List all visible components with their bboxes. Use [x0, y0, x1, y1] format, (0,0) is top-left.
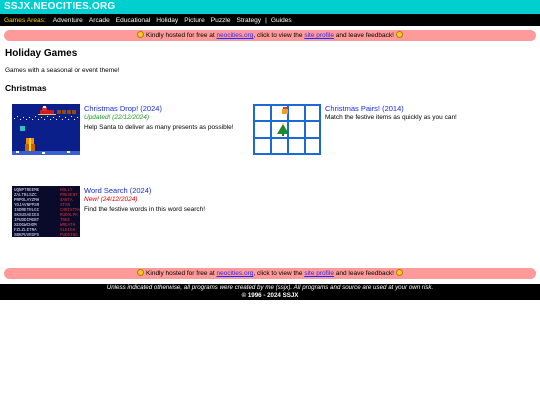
nav-areas-label: Games Areas:	[4, 16, 46, 24]
word-search-grid-row: PRPOLAYZMH	[14, 199, 40, 203]
word-search-grid-row: ISDRETRLGI	[14, 209, 40, 213]
notice-suffix: and leave feedback!	[333, 270, 394, 277]
word-search-grid-row: IPUDDIMGBT	[14, 219, 40, 223]
site-header: SSJX.NEOCITIES.ORG	[0, 0, 540, 14]
hosting-notice-bottom: Kindly hosted for free at neocities.org,…	[4, 268, 536, 279]
nav-link-puzzle[interactable]: Puzzle	[211, 17, 231, 24]
notice-suffix: and leave feedback!	[333, 32, 394, 39]
notice-middle: , click to view the	[253, 32, 305, 39]
word-search-target-word: STAR	[60, 204, 71, 208]
footer: Unless indicated otherwise, all programs…	[0, 284, 540, 300]
smiley-icon	[395, 31, 403, 38]
word-search-grid-row: YDJAVNPPSR	[14, 204, 40, 208]
notice-prefix: Kindly hosted for free at	[146, 32, 217, 39]
notice-prefix: Kindly hosted for free at	[146, 270, 217, 277]
word-search-grid-row: FZLZLETRA	[14, 229, 37, 233]
site-profile-link[interactable]: site profile	[304, 32, 334, 39]
notice-middle: , click to view the	[253, 270, 305, 277]
game-description-word-search: Find the festive words in this word sear…	[84, 206, 206, 213]
word-search-target-word: PUDDING	[60, 234, 78, 237]
christmas-pairs-thumbnail[interactable]	[253, 104, 321, 155]
nav-link-picture[interactable]: Picture	[184, 17, 205, 24]
nav-link-guides[interactable]: Guides	[271, 17, 292, 24]
word-search-target-word: TREE	[60, 219, 71, 223]
word-search-thumbnail[interactable]: UQNPTREEMEZALTBLSZCPRPOLAYZMHYDJAVNPPSRI…	[12, 186, 80, 237]
word-search-target-word: HOLLY	[60, 189, 73, 193]
smiley-icon	[137, 31, 145, 38]
footer-copyright: © 1996 - 2024 SSJX	[241, 292, 299, 299]
game-description-christmas-drop: Help Santa to deliver as many presents a…	[84, 124, 234, 131]
word-search-target-word: SANTA	[60, 199, 73, 203]
nav-link-adventure[interactable]: Adventure	[53, 17, 83, 24]
word-search-target-word: RUDOLPH	[60, 214, 78, 218]
hosting-notice-top: Kindly hosted for free at neocities.org,…	[4, 30, 536, 41]
nav-link-educational[interactable]: Educational	[116, 17, 150, 24]
section-title-christmas: Christmas	[5, 83, 47, 93]
game-card-christmas-pairs: Christmas Pairs! (2014) Match the festiv…	[253, 104, 457, 155]
footer-disclaimer: Unless indicated otherwise, all programs…	[106, 284, 434, 291]
word-search-grid-row: SKSUSAEIES	[14, 214, 40, 218]
nav-link-holiday[interactable]: Holiday	[156, 17, 178, 24]
neocities-link[interactable]: neocities.org	[217, 32, 254, 39]
nav-link-arcade[interactable]: Arcade	[89, 17, 110, 24]
smiley-icon	[395, 269, 403, 276]
word-search-target-word: CHRISTMAS	[60, 209, 80, 213]
game-status-new: New! (24/12/2024)	[84, 196, 138, 203]
word-search-grid-row: ZALTBLSZC	[14, 194, 37, 198]
page-title: Holiday Games	[5, 48, 78, 59]
game-card-christmas-drop: Christmas Drop! (2024) Updated! (22/12/2…	[12, 104, 234, 155]
nav-link-strategy[interactable]: Strategy	[237, 17, 262, 24]
christmas-drop-thumbnail[interactable]	[12, 104, 80, 155]
game-title-word-search[interactable]: Word Search (2024)	[84, 186, 205, 195]
word-search-target-word: WREATH	[60, 224, 76, 228]
site-title[interactable]: SSJX.NEOCITIES.ORG	[4, 1, 536, 13]
word-search-grid-row: XEOGWCHOM	[14, 224, 37, 228]
nav-separator: |	[265, 16, 267, 24]
game-title-christmas-pairs[interactable]: Christmas Pairs! (2014)	[325, 104, 457, 113]
smiley-icon	[137, 269, 145, 276]
game-title-christmas-drop[interactable]: Christmas Drop! (2024)	[84, 104, 234, 113]
word-search-target-word: PRESENT	[60, 194, 78, 198]
neocities-link[interactable]: neocities.org	[217, 270, 254, 277]
word-search-target-word: SLEIGH	[60, 229, 76, 233]
nav-bar: Games Areas: Adventure Arcade Educationa…	[0, 14, 540, 26]
site-profile-link[interactable]: site profile	[304, 270, 334, 277]
word-search-grid-row: UQNPTREEME	[14, 189, 40, 193]
game-card-word-search: UQNPTREEME ZALTBLSZC PRPOLAYZMH YDJAVNPPSR I…	[12, 186, 205, 237]
game-description-christmas-pairs: Match the festive items as quickly as yo…	[325, 114, 457, 121]
game-status-updated: Updated! (22/12/2024)	[84, 114, 150, 121]
word-search-grid-row: SBKPUVRSPS	[14, 234, 40, 237]
page-description: Games with a seasonal or event theme!	[5, 67, 120, 74]
